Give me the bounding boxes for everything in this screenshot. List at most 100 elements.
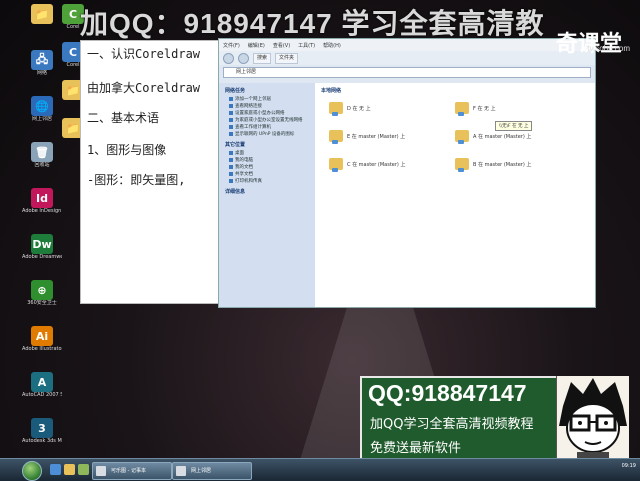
task-icon — [229, 111, 233, 115]
app-icon: ⊕ — [31, 280, 53, 300]
watermark-text: 加QQ：918947147 学习全套高清教 — [80, 8, 545, 39]
app-icon: 📁 — [31, 4, 53, 24]
desktop-icon[interactable]: IdAdobe InDesign CS5 — [22, 188, 62, 224]
task-pane-link[interactable]: 共享文档 — [229, 171, 315, 177]
task-pane-link-label: 查看网络连接 — [235, 104, 262, 109]
cartoon-avatar — [556, 376, 629, 462]
address-bar[interactable]: 网上邻居 — [223, 67, 591, 78]
task-pane-link-label: 添加一个网上邻居 — [235, 97, 271, 102]
network-folder-icon — [329, 158, 343, 172]
task-pane-heading[interactable]: 详细信息 — [225, 188, 315, 195]
taskbar: 可乐图 - 记事本 网上邻居 09:19 — [0, 458, 640, 481]
media-icon[interactable] — [78, 464, 89, 475]
desktop: 📁🖧网络🌐网上邻居🗑回收站IdAdobe InDesign CS5DwAdobe… — [0, 0, 640, 481]
explorer-window[interactable]: 文件(F) 编辑(E) 查看(V) 工具(T) 帮助(H) 搜索 文件夹 网上邻… — [218, 38, 596, 308]
desktop-icon[interactable]: 🖧 网络 — [22, 50, 62, 86]
tooltip: \\无\F 在 无 上 — [495, 121, 533, 131]
share-item[interactable]: E 在 master (Master) 上 — [329, 127, 449, 145]
ie-icon[interactable] — [50, 464, 61, 475]
task-pane-link[interactable]: 打印机和传真 — [229, 178, 315, 184]
task-pane-link-label: 共享文档 — [235, 172, 253, 177]
menu-tools[interactable]: 工具(T) — [298, 42, 315, 49]
task-icon — [229, 132, 233, 136]
file-view: 本地网络 D 在 无 上 F 在 无 上 E 在 master (Master)… — [315, 83, 595, 307]
doc-line-1: 一、认识Coreldraw — [87, 47, 201, 61]
desktop-icon[interactable]: 🗑 回收站 — [22, 142, 62, 178]
doc-line-3: 二、基本术语 — [87, 111, 160, 125]
task-icon — [229, 179, 233, 183]
network-folder-icon — [455, 158, 469, 172]
clock[interactable]: 09:19 — [622, 463, 636, 470]
desktop-icon[interactable]: ⊕ 360安全卫士 — [22, 280, 62, 316]
system-tray: 09:19 — [600, 461, 640, 479]
promo-box: QQ:918847147 加QQ学习全套高清视频教程 免费送最新软件 — [360, 376, 562, 468]
desktop-icon-label: 360安全卫士 — [27, 300, 57, 306]
desktop-icon[interactable]: AAutoCAD 2007 Simplified — [22, 372, 62, 408]
task-pane-link-label: 桌面 — [235, 151, 244, 156]
menu-view[interactable]: 查看(V) — [273, 42, 290, 49]
taskbar-button-notepad[interactable]: 可乐图 - 记事本 — [92, 462, 172, 480]
network-icon — [176, 466, 186, 476]
task-pane-link[interactable]: 添加一个网上邻居 — [229, 96, 315, 102]
menu-edit[interactable]: 编辑(E) — [248, 42, 265, 49]
task-pane-link-label: 打印机和传真 — [235, 179, 262, 184]
desktop-icon-label: Adobe Illustrator CS5 — [22, 346, 62, 352]
explorer-icon[interactable] — [64, 464, 75, 475]
app-icon: A — [31, 372, 53, 392]
back-icon[interactable] — [223, 52, 234, 64]
task-icon — [229, 125, 233, 129]
app-icon: Dw — [31, 234, 53, 254]
task-pane-link[interactable]: 为家庭或小型办公室设置无线网络 — [229, 117, 315, 123]
notepad-icon — [96, 466, 106, 476]
document-window[interactable]: 一、认识Coreldraw 由加拿大Coreldraw 二、基本术语 1、图形与… — [80, 40, 224, 304]
task-icon — [229, 97, 233, 101]
network-folder-icon — [329, 130, 343, 144]
app-icon: 🗑 — [31, 142, 53, 162]
desktop-icon[interactable]: 3Autodesk 3ds Max 9 32 bit — [22, 418, 62, 454]
doc-line-4: 1、图形与图像 — [87, 143, 167, 157]
network-folder-icon — [455, 102, 469, 116]
task-pane-link[interactable]: 显示联网的 UPnP 设备的图标 — [229, 131, 315, 137]
desktop-icon[interactable]: 🌐 网上邻居 — [22, 96, 62, 132]
share-item[interactable]: F 在 无 上 — [455, 99, 575, 117]
watermark-url: tv.sohu.com — [587, 44, 630, 53]
doc-line-5: -图形：即矢量图, — [87, 173, 186, 187]
watermark-logo: 奇课堂 — [555, 31, 622, 56]
app-icon: 🌐 — [31, 96, 53, 116]
folders-button[interactable]: 文件夹 — [275, 52, 299, 64]
search-button[interactable]: 搜索 — [253, 52, 272, 64]
task-pane-link[interactable]: 查看工作组计算机 — [229, 124, 315, 130]
desktop-icon-label: AutoCAD 2007 Simplified — [22, 392, 62, 398]
task-icon — [229, 165, 233, 169]
task-pane-link[interactable]: 桌面 — [229, 150, 315, 156]
task-icon — [229, 172, 233, 176]
network-folder-icon — [455, 130, 469, 144]
desktop-icon-label: 回收站 — [34, 162, 50, 168]
task-pane-link[interactable]: 我的文档 — [229, 164, 315, 170]
desktop-icon-label: 网上邻居 — [31, 116, 52, 122]
task-pane-link[interactable]: 查看网络连接 — [229, 103, 315, 109]
task-pane-link[interactable]: 我的电脑 — [229, 157, 315, 163]
task-pane-heading[interactable]: 网络任务 — [225, 87, 315, 94]
desktop-icon[interactable]: AiAdobe Illustrator CS5 — [22, 326, 62, 362]
app-icon: Id — [31, 188, 53, 208]
start-button-icon[interactable] — [22, 461, 42, 481]
forward-icon[interactable] — [238, 52, 249, 64]
menu-file[interactable]: 文件(F) — [223, 42, 240, 49]
task-icon — [229, 104, 233, 108]
desktop-icon[interactable]: 📁 — [22, 4, 62, 40]
desktop-icon[interactable]: DwAdobe Dreamweaver — [22, 234, 62, 270]
share-item[interactable]: D 在 无 上 — [329, 99, 449, 117]
desktop-icon-label: Adobe Dreamweaver — [22, 254, 62, 260]
task-pane-heading[interactable]: 其它位置 — [225, 141, 315, 148]
app-icon: 3 — [31, 418, 53, 438]
share-item[interactable]: B 在 master (Master) 上 — [455, 155, 575, 173]
task-pane-link[interactable]: 设置家庭或小型办公网络 — [229, 110, 315, 116]
network-folder-icon — [329, 102, 343, 116]
menu-help[interactable]: 帮助(H) — [323, 42, 341, 49]
share-item[interactable]: C 在 master (Master) 上 — [329, 155, 449, 173]
task-pane-link-label: 为家庭或小型办公室设置无线网络 — [235, 118, 303, 123]
desktop-icon-label: Adobe InDesign CS5 — [22, 208, 62, 214]
taskbar-button-explorer[interactable]: 网上邻居 — [172, 462, 252, 480]
avatar-drawing — [559, 378, 627, 462]
